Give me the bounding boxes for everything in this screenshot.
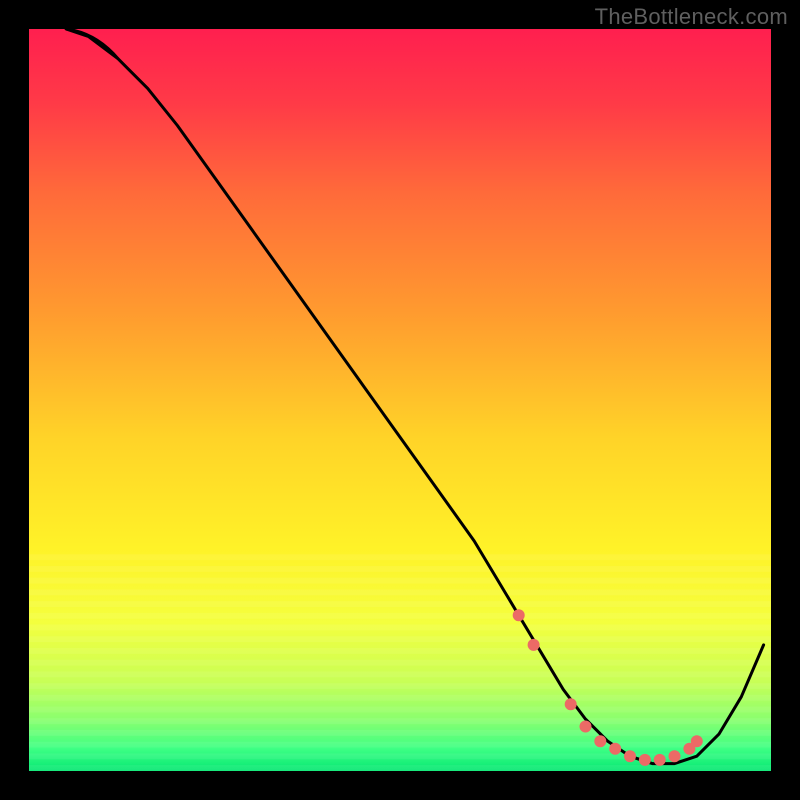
stripe-row [29, 736, 771, 742]
stripe-row [29, 654, 771, 660]
stripe-row [29, 695, 771, 701]
highlight-marker [691, 735, 703, 747]
stripe-row [29, 601, 771, 607]
stripe-row [29, 671, 771, 677]
highlight-marker [513, 609, 525, 621]
highlight-marker [639, 754, 651, 766]
stripe-row [29, 613, 771, 619]
watermark-text: TheBottleneck.com [595, 4, 788, 30]
stripe-row [29, 724, 771, 730]
stripe-row [29, 707, 771, 713]
stripe-row [29, 578, 771, 584]
chart-frame: TheBottleneck.com [0, 0, 800, 800]
stripe-row [29, 630, 771, 636]
stripe-row [29, 718, 771, 724]
highlight-marker [654, 754, 666, 766]
stripe-row [29, 642, 771, 648]
stripe-row [29, 566, 771, 572]
stripe-row [29, 619, 771, 625]
stripe-row [29, 683, 771, 689]
stripe-row [29, 748, 771, 754]
stripe-row [29, 742, 771, 748]
stripe-row [29, 730, 771, 736]
stripe-row [29, 607, 771, 613]
stripe-row [29, 648, 771, 654]
stripe-row [29, 689, 771, 695]
highlight-marker [580, 721, 592, 733]
stripe-row [29, 572, 771, 578]
stripe-row [29, 666, 771, 672]
highlight-marker [624, 750, 636, 762]
highlight-marker [565, 698, 577, 710]
highlight-marker [528, 639, 540, 651]
highlight-marker [594, 735, 606, 747]
stripe-row [29, 589, 771, 595]
stripe-row [29, 677, 771, 683]
stripe-row [29, 636, 771, 642]
highlight-marker [669, 750, 681, 762]
stripe-row [29, 560, 771, 566]
stripe-row [29, 701, 771, 707]
stripe-row [29, 712, 771, 718]
plot-svg [29, 29, 771, 771]
stripe-row [29, 548, 771, 554]
stripe-row [29, 625, 771, 631]
plot-area [29, 29, 771, 771]
stripe-row [29, 595, 771, 601]
stripe-row [29, 660, 771, 666]
highlight-marker [609, 743, 621, 755]
stripe-row [29, 554, 771, 560]
stripe-row [29, 584, 771, 590]
stripe-row [29, 765, 771, 771]
